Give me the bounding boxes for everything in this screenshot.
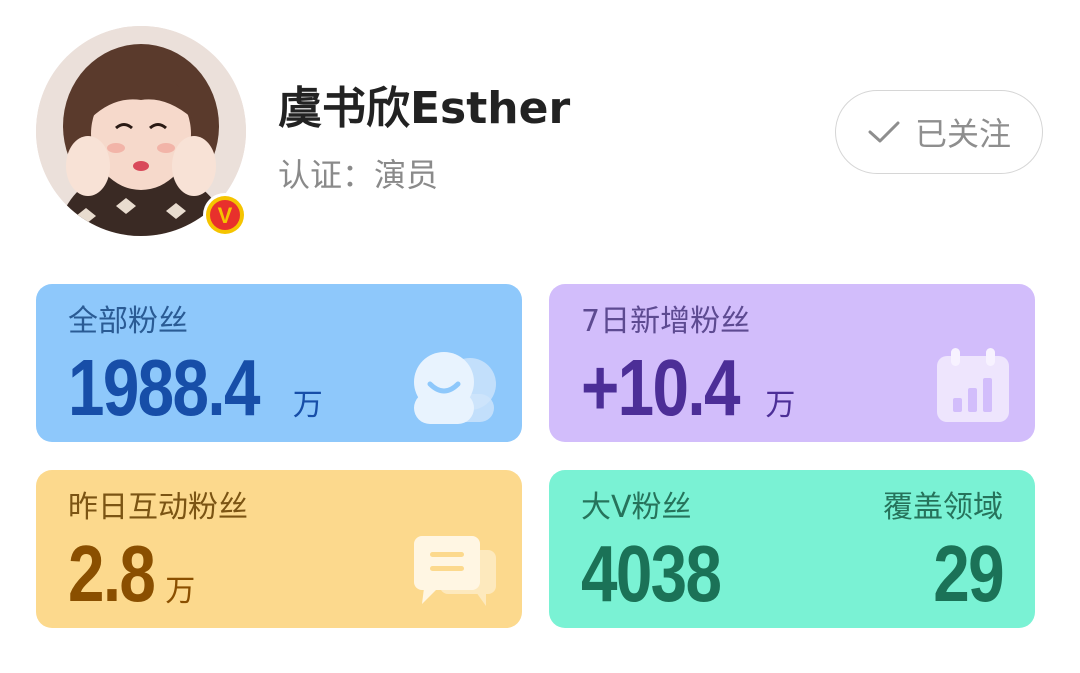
following-button[interactable]: 已关注 bbox=[835, 90, 1043, 174]
interactive-fans-value: 2.8 万 bbox=[68, 534, 195, 614]
total-fans-value: 1988.4 万 bbox=[68, 348, 323, 428]
profile-name: 虞书欣Esther bbox=[278, 83, 571, 134]
new-fans-7d-unit: 万 bbox=[765, 388, 796, 423]
coverage-number: 29 bbox=[933, 529, 1004, 618]
avatar-container[interactable]: V bbox=[36, 26, 247, 237]
certification: 认证：演员 bbox=[278, 150, 438, 196]
coverage-label: 覆盖领域 bbox=[883, 490, 1003, 525]
new-fans-7d-number: +10.4 bbox=[581, 343, 740, 432]
big-v-fans-label: 大V粉丝 bbox=[581, 490, 692, 525]
big-v-fans-card[interactable]: 大V粉丝 覆盖领域 4038 29 bbox=[549, 470, 1035, 628]
verified-v-icon: V bbox=[203, 193, 247, 237]
big-v-fans-value: 4038 bbox=[581, 534, 751, 614]
certification-label: 认证： bbox=[278, 156, 375, 194]
checkmark-icon bbox=[868, 121, 900, 143]
verified-badge-letter: V bbox=[218, 203, 233, 228]
interactive-fans-label: 昨日互动粉丝 bbox=[68, 490, 248, 525]
certification-value: 演员 bbox=[374, 156, 439, 194]
big-v-fans-number: 4038 bbox=[581, 529, 722, 618]
new-fans-7d-card[interactable]: 7日新增粉丝 +10.4 万 bbox=[549, 284, 1035, 442]
interactive-fans-card[interactable]: 昨日互动粉丝 2.8 万 bbox=[36, 470, 522, 628]
following-button-label: 已关注 bbox=[914, 115, 1011, 153]
total-fans-card[interactable]: 全部粉丝 1988.4 万 bbox=[36, 284, 522, 442]
interactive-fans-number: 2.8 bbox=[68, 529, 156, 618]
new-fans-7d-value: +10.4 万 bbox=[581, 348, 795, 428]
new-fans-7d-label: 7日新增粉丝 bbox=[581, 304, 751, 339]
interactive-fans-unit: 万 bbox=[165, 574, 196, 609]
coverage-value: 29 bbox=[918, 529, 1004, 618]
total-fans-number: 1988.4 bbox=[68, 343, 260, 432]
total-fans-unit: 万 bbox=[292, 388, 323, 423]
fans-icon bbox=[414, 352, 496, 424]
chat-icon bbox=[414, 536, 496, 606]
total-fans-label: 全部粉丝 bbox=[68, 304, 188, 339]
calendar-chart-icon bbox=[937, 348, 1009, 422]
